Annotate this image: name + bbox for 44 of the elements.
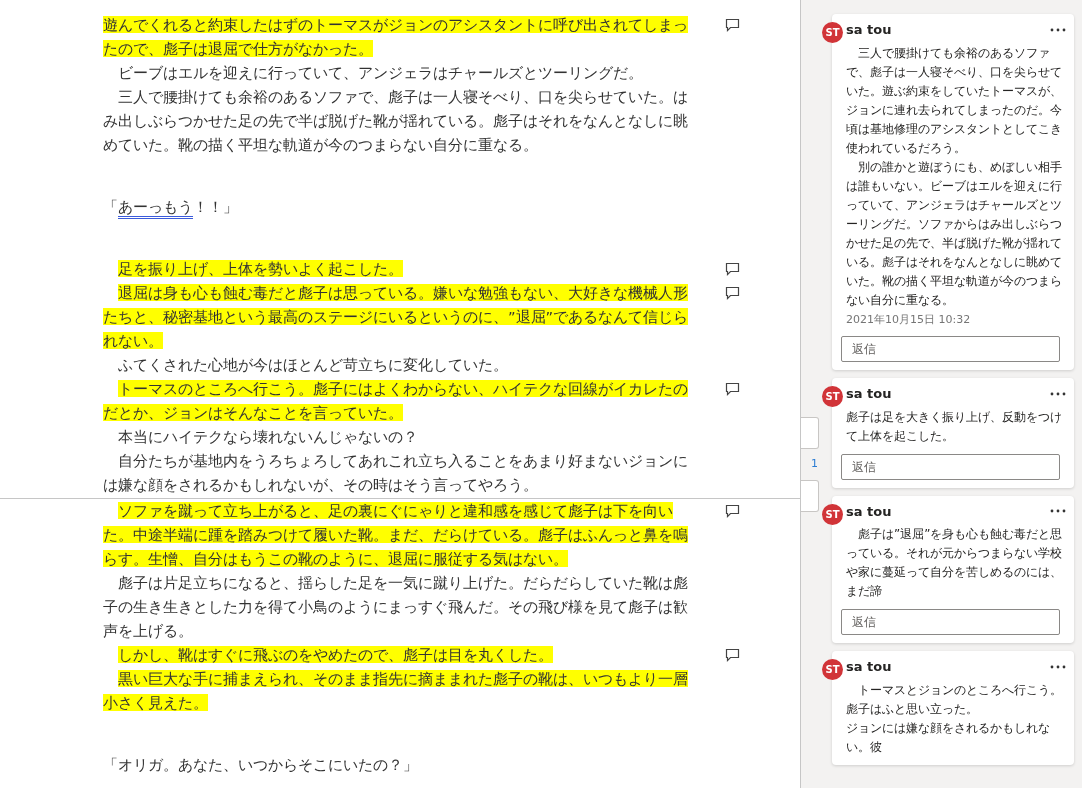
reply-field[interactable]: 返信	[841, 453, 1060, 480]
comment-icon[interactable]	[725, 648, 740, 662]
reply-field[interactable]: 返信	[841, 609, 1060, 635]
comment-text: ジョンには嫌な顔をされるかもしれない。彼	[846, 719, 1051, 756]
body-paragraph: 黒い巨大な手に捕まえられ、そのまま指先に摘ままれた彪子の靴は、いつもより一層小さく見えた。	[103, 669, 689, 713]
comment-text: 彪子は”退屈”を身も心も蝕む毒だと思っている。それが元からつまらない学校や家に蔓延って自分を苦しめるのには、まだ諦	[846, 526, 1064, 600]
comment-date: 2021年10月15日 10:32	[846, 311, 972, 328]
dialogue-line: 「あーっもう！！」	[103, 195, 699, 219]
comment-text: トーマスとジョンのところへ行こう。彪子はふと思い立った。	[846, 681, 1063, 718]
comment-text: 彪子は足を大きく振り上げ、反動をつけて上体を起こした。	[846, 408, 1063, 445]
reply-field[interactable]: 返信	[841, 336, 1060, 362]
author-name: sa tou	[846, 21, 892, 39]
more-icon[interactable]	[1050, 27, 1066, 32]
comment-icon[interactable]	[725, 18, 740, 32]
body-paragraph: 三人で腰掛けても余裕のあるソファで、彪子は一人寝そべり、口を尖らせていた。はみ出しぶらつかせた足の先で半ば脱げた靴が揺れている。彪子はそれをなんとなしに眺めていた。靴の描く平坦な軌道が今のつまらない自分に重なる。	[103, 87, 689, 155]
body-paragraph: しかし、靴はすぐに飛ぶのをやめたので、彪子は目を丸くした。	[117, 645, 554, 665]
more-icon[interactable]	[1050, 664, 1066, 669]
page-marker: 1	[811, 456, 818, 472]
author-name: sa tou	[846, 385, 892, 403]
comment-icon[interactable]	[725, 286, 740, 300]
comment-icon[interactable]	[725, 382, 740, 396]
avatar: ST	[822, 386, 843, 407]
body-paragraph: 遊んでくれると約束したはずのトーマスがジョンのアシスタントに呼び出されてしまったので、彪子は退屈で仕方がなかった。	[103, 15, 689, 59]
more-icon[interactable]	[1050, 391, 1066, 396]
body-paragraph: ビーブはエルを迎えに行っていて、アンジェラはチャールズとツーリングだ。	[117, 63, 644, 83]
body-paragraph: 足を振り上げ、上体を勢いよく起こした。	[117, 259, 404, 279]
comment-icon[interactable]	[725, 504, 740, 518]
comment-text: 別の誰かと遊ぼうにも、めぼしい相手は誰もいない。ビーブはエルを迎えに行っていて、アンジェラはチャールズとツーリングだ。ソファからはみ出しぶらつかせた足の先で、半ば脱げた靴が揺れている。彪子はそれをなんとなしに眺めていた。靴の描く平坦な軌道が今のつまらない自分に重なる。	[846, 158, 1063, 309]
author-name: sa tou	[846, 658, 892, 676]
dialogue-line: 「オリガ。あなた、いつからそこにいたの？」	[103, 755, 419, 775]
body-paragraph: ソファを蹴って立ち上がると、足の裏にぐにゃりと違和感を感じて彪子は下を向いた。中途半端に踵を踏みつけて履いた靴。まだ、だらけている。彪子はふんっと鼻を鳴らす。生憎、自分はもうこの靴のように、退屈に服従する気はない。	[103, 501, 689, 569]
comment-text: 三人で腰掛けても余裕のあるソファで、彪子は一人寝そべり、口を尖らせていた。遊ぶ約束をしていたトーマスが、ジョンに連れ去られてしまったのだ。今頃は基地修理のアシスタントとしてこき使われているだろう。	[846, 44, 1063, 157]
body-paragraph: 彪子は片足立ちになると、揺らした足を一気に蹴り上げた。だらだらしていた靴は彪子の生き生きとした力を得て小鳥のようにまっすぐ飛んだ。その飛び様を見て彪子は歓声を上げる。	[103, 573, 689, 641]
avatar: ST	[822, 22, 843, 43]
body-paragraph: 本当にハイテクなら壊れないんじゃないの？	[117, 427, 419, 447]
comment-icon[interactable]	[725, 262, 740, 276]
body-paragraph: 退屈は身も心も蝕む毒だと彪子は思っている。嫌いな勉強もない、大好きな機械人形たちと、秘密基地という最高のステージにいるというのに、”退屈”であるなんて信じられない。	[103, 283, 690, 351]
more-icon[interactable]	[1050, 509, 1066, 514]
avatar: ST	[822, 503, 843, 525]
body-paragraph: トーマスのところへ行こう。彪子にはよくわからない、ハイテクな回線がイカレたのだとか、ジョンはそんなことを言っていた。	[103, 379, 689, 423]
avatar: ST	[822, 659, 843, 680]
author-name: sa tou	[846, 502, 892, 521]
body-paragraph: ふてくされた心地が今はほとんど苛立ちに変化していた。	[117, 355, 509, 375]
body-paragraph: 自分たちが基地内をうろちょろしてあれこれ立ち入ることをあまり好まないジョンには嫌な顔をされるかもしれないが、その時はそう言ってやろう。	[103, 451, 689, 495]
